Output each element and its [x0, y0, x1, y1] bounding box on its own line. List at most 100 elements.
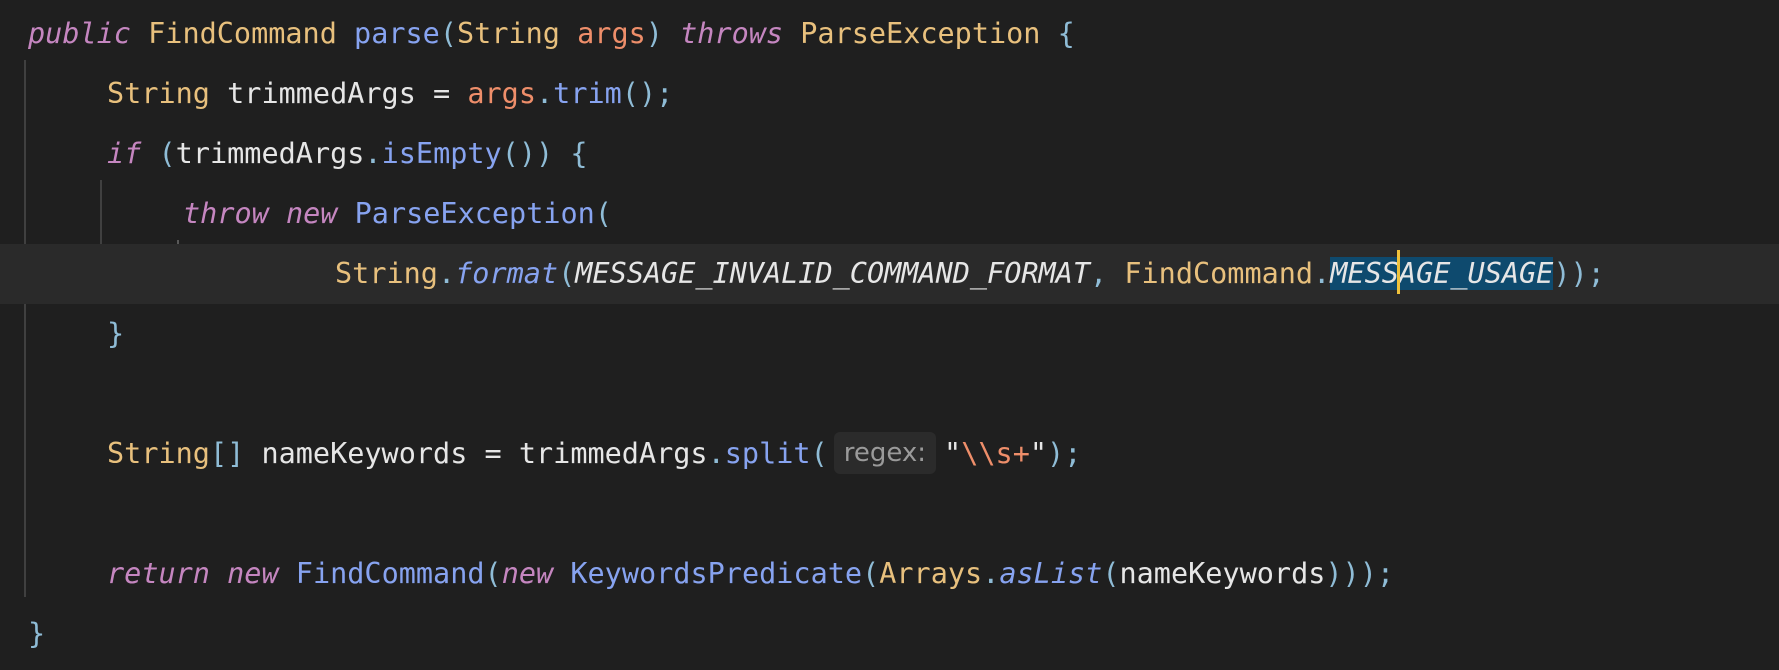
code-line-text: public FindCommand parse(String args) th… [0, 4, 1075, 64]
keyword-token: new [227, 557, 279, 590]
code-line[interactable]: } [0, 304, 1779, 364]
selected-text: AGE_USAGE [1398, 257, 1554, 290]
function-token: trim [553, 77, 622, 110]
punctuation-token: } [107, 317, 125, 350]
type-token: ParseException [800, 17, 1041, 50]
punctuation-token: ( [158, 137, 176, 170]
punctuation-token: , [1090, 257, 1125, 290]
code-line-text: String trimmedArgs = args.trim(); [0, 64, 673, 124]
identifier-token: " [944, 437, 962, 470]
punctuation-token: ) [645, 17, 663, 50]
punctuation-token: } [28, 617, 46, 650]
keyword-token: throws [680, 17, 784, 50]
function-token: split [724, 437, 811, 470]
identifier-token [210, 77, 227, 110]
function-token: KeywordsPredicate [570, 557, 863, 590]
punctuation-token: . [364, 137, 382, 170]
identifier-token [279, 557, 296, 590]
function-token: parse [354, 17, 440, 50]
punctuation-token: [] [209, 437, 245, 470]
code-line-text: String[] nameKeywords = trimmedArgs.spli… [0, 424, 1081, 484]
code-line-text: if (trimmedArgs.isEmpty()) { [0, 124, 588, 184]
code-line[interactable]: String[] nameKeywords = trimmedArgs.spli… [0, 424, 1779, 484]
operator-token: = [467, 437, 519, 470]
keyword-token: if [107, 137, 142, 170]
code-line[interactable]: return new FindCommand(new KeywordsPredi… [0, 544, 1779, 604]
inlay-hint: regex: [833, 432, 937, 474]
keyword-token: new [285, 197, 338, 230]
type-token: String [107, 437, 210, 470]
code-line-current[interactable]: String.format(MESSAGE_INVALID_COMMAND_FO… [0, 244, 1779, 304]
punctuation-token: ( [810, 437, 828, 470]
punctuation-token: ( [558, 257, 576, 290]
function-token: ParseException [354, 197, 595, 230]
constant-token: MESSAGE_INVALID_COMMAND_FORMAT [575, 257, 1091, 290]
identifier-token: trimmedArgs [518, 437, 708, 470]
keyword-token: public [28, 17, 131, 50]
parameter-token: args [467, 77, 536, 110]
code-line-text: } [0, 304, 124, 364]
identifier-token [337, 197, 354, 230]
type-token: String [335, 257, 438, 290]
code-line[interactable]: if (trimmedArgs.isEmpty()) { [0, 124, 1779, 184]
identifier-token: " [1029, 437, 1048, 470]
operator-token: = [415, 77, 468, 110]
identifier-token [210, 557, 227, 590]
code-line[interactable]: public FindCommand parse(String args) th… [0, 4, 1779, 64]
punctuation-token: ( [484, 557, 502, 590]
punctuation-token: ( [1102, 557, 1120, 590]
identifier-token [269, 197, 286, 230]
identifier-token: trimmedArgs [175, 137, 365, 170]
string-token: \\s+ [961, 437, 1030, 470]
punctuation-token: ))); [1325, 557, 1395, 590]
type-token: String [457, 17, 560, 50]
punctuation-token: ( [594, 197, 613, 230]
punctuation-token: . [982, 557, 1000, 590]
code-line-text: return new FindCommand(new KeywordsPredi… [0, 544, 1394, 604]
function-token: format [455, 257, 559, 290]
keyword-token: throw [183, 197, 269, 230]
identifier-token [337, 17, 354, 50]
selected-text: MESS [1330, 257, 1399, 290]
punctuation-token: { [1057, 17, 1075, 50]
keyword-token: return [107, 557, 210, 590]
identifier-token [141, 137, 158, 170]
identifier-token: nameKeywords [261, 437, 468, 470]
identifier-token [244, 437, 261, 470]
punctuation-token: ()) { [501, 137, 588, 170]
keyword-token: new [501, 557, 554, 590]
code-line[interactable]: String trimmedArgs = args.trim(); [0, 64, 1779, 124]
code-editor[interactable]: public FindCommand parse(String args) th… [0, 0, 1779, 670]
identifier-token [663, 17, 680, 50]
identifier-token [553, 557, 570, 590]
punctuation-token: ( [862, 557, 880, 590]
identifier-token: nameKeywords [1119, 557, 1326, 590]
type-token: String [107, 77, 210, 110]
type-token: FindCommand [1124, 257, 1314, 290]
identifier-token: trimmedArgs [227, 77, 416, 110]
type-token: Arrays [879, 557, 983, 590]
punctuation-token: . [536, 77, 554, 110]
punctuation-token: . [1313, 257, 1331, 290]
identifier-token [783, 17, 800, 50]
identifier-token [1040, 17, 1057, 50]
code-line-text: } [0, 604, 45, 664]
parameter-token: args [577, 17, 646, 50]
punctuation-token: ); [1047, 437, 1082, 470]
punctuation-token: (); [621, 77, 674, 110]
code-line[interactable]: } [0, 604, 1779, 664]
identifier-token [131, 17, 148, 50]
type-token: FindCommand [148, 17, 337, 50]
punctuation-token: ( [439, 17, 458, 50]
punctuation-token: . [707, 437, 725, 470]
punctuation-token: . [437, 257, 456, 290]
code-line[interactable]: throw new ParseException( [0, 184, 1779, 244]
identifier-token [560, 17, 577, 50]
function-token: isEmpty [381, 137, 502, 170]
text-cursor [1397, 250, 1401, 294]
punctuation-token: )); [1553, 257, 1605, 290]
function-token: FindCommand [295, 557, 485, 590]
code-line-text: throw new ParseException( [0, 184, 612, 244]
function-token: asList [999, 557, 1103, 590]
code-line-text: String.format(MESSAGE_INVALID_COMMAND_FO… [0, 244, 1605, 304]
